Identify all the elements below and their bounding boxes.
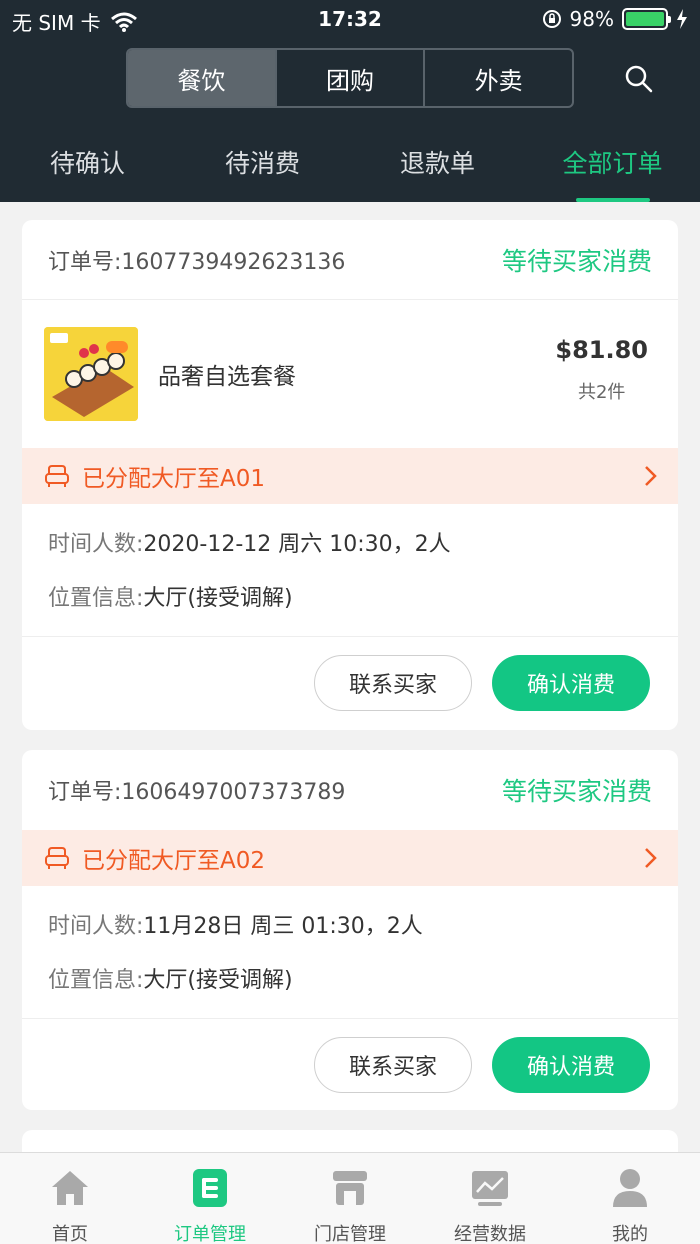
order-card: 订单号:1606497007373789 等待买家消费 已分配大厅至A02 时间…	[22, 750, 678, 1110]
charging-icon	[677, 9, 687, 29]
tabbar-item-me[interactable]: 我的	[560, 1153, 700, 1244]
order-card: 订单号:1607739492623136 等待买家消费 品奢自选套餐 $81.8…	[22, 220, 678, 730]
contact-buyer-button[interactable]: 联系买家	[314, 655, 472, 711]
order-number: 订单号:1607739492623136	[48, 249, 346, 275]
battery-icon	[622, 8, 671, 30]
product-name: 品奢自选套餐	[158, 364, 296, 390]
user-icon	[613, 1169, 647, 1207]
battery-percent: 98%	[569, 7, 614, 31]
sofa-icon	[45, 847, 69, 869]
chevron-right-icon	[645, 466, 657, 486]
header: 无 SIM 卡 17:32 98% 餐饮 团购 外卖 待确认 待消费 退款单 全…	[0, 0, 700, 202]
product-price: $81.80	[555, 336, 648, 364]
time-people-row: 时间人数:2020-12-12 周六 10:30，2人	[48, 532, 451, 557]
status-bar: 无 SIM 卡 17:32 98%	[0, 0, 700, 40]
segment-dining[interactable]: 餐饮	[128, 50, 277, 106]
order-actions: 联系买家 确认消费	[22, 637, 678, 729]
tab-pending-consume[interactable]: 待消费	[175, 130, 350, 202]
order-status: 等待买家消费	[501, 777, 652, 806]
chart-icon	[472, 1171, 508, 1206]
tab-pending-confirm[interactable]: 待确认	[0, 130, 175, 202]
order-info: 时间人数:2020-12-12 周六 10:30，2人 位置信息:大厅(接受调解…	[22, 504, 678, 637]
product-thumbnail	[44, 327, 138, 421]
category-segmented-control: 餐饮 团购 外卖	[126, 48, 574, 108]
order-status: 等待买家消费	[501, 246, 652, 276]
sofa-icon	[45, 465, 69, 487]
tabbar-item-data[interactable]: 经营数据	[420, 1153, 560, 1244]
bottom-tab-bar: 首页 订单管理 门店管理 经营数据 我的	[0, 1152, 700, 1244]
store-icon	[333, 1171, 367, 1205]
tab-refunds[interactable]: 退款单	[350, 130, 525, 202]
order-info: 时间人数:11月28日 周三 01:30，2人 位置信息:大厅(接受调解)	[22, 886, 678, 1019]
seat-assignment-banner[interactable]: 已分配大厅至A01	[22, 448, 678, 504]
segment-takeout[interactable]: 外卖	[425, 50, 572, 106]
order-actions: 联系买家 确认消费	[22, 1019, 678, 1110]
order-product[interactable]: 品奢自选套餐 $81.80 共2件	[22, 300, 678, 448]
seat-assignment-banner[interactable]: 已分配大厅至A02	[22, 830, 678, 886]
order-card-header: 订单号:1606497007373789 等待买家消费	[22, 750, 678, 830]
tabbar-item-orders[interactable]: 订单管理	[140, 1153, 280, 1244]
product-quantity: 共2件	[577, 382, 626, 403]
contact-buyer-button[interactable]: 联系买家	[314, 1037, 472, 1093]
orientation-lock-icon	[542, 10, 561, 28]
location-row: 位置信息:大厅(接受调解)	[48, 968, 293, 993]
active-tab-indicator	[575, 198, 650, 202]
time-people-row: 时间人数:11月28日 周三 01:30，2人	[48, 914, 423, 939]
order-card-header: 订单号:1607739492623136 等待买家消费	[22, 220, 678, 300]
home-icon	[52, 1171, 88, 1205]
confirm-consumption-button[interactable]: 确认消费	[492, 655, 650, 711]
order-icon	[193, 1169, 227, 1207]
location-row: 位置信息:大厅(接受调解)	[48, 586, 293, 611]
chevron-right-icon	[645, 848, 657, 868]
seat-assignment-text: 已分配大厅至A02	[82, 848, 266, 874]
seat-assignment-text: 已分配大厅至A01	[82, 466, 266, 492]
tabbar-item-store[interactable]: 门店管理	[280, 1153, 420, 1244]
order-status-tabs: 待确认 待消费 退款单 全部订单	[0, 130, 700, 202]
search-icon[interactable]	[622, 62, 656, 96]
order-number: 订单号:1606497007373789	[48, 780, 346, 805]
segment-group-buy[interactable]: 团购	[277, 50, 426, 106]
confirm-consumption-button[interactable]: 确认消费	[492, 1037, 650, 1093]
tabbar-item-home[interactable]: 首页	[0, 1153, 140, 1244]
tab-all-orders[interactable]: 全部订单	[525, 130, 700, 202]
